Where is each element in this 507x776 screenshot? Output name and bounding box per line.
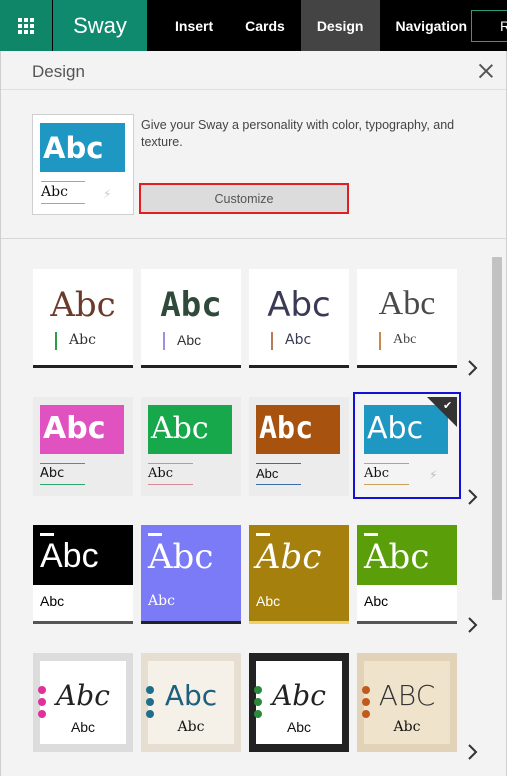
style-card[interactable]: Abc Abc xyxy=(141,397,241,496)
pane-title: Design xyxy=(32,62,85,81)
lightning-icon: ⚡ xyxy=(103,187,112,201)
style-gallery: Abc Abc Abc Abc Abc Abc Abc Abc Abc Abc … xyxy=(1,241,506,776)
chevron-right-icon[interactable] xyxy=(462,615,482,635)
tab-navigation[interactable]: Navigation xyxy=(380,0,484,51)
style-card[interactable]: Abc Abc xyxy=(33,269,133,368)
app-launcher-icon xyxy=(18,17,34,34)
pane-header: Design xyxy=(1,51,506,90)
style-card[interactable]: Abc Abc xyxy=(141,653,241,752)
tab-design[interactable]: Design xyxy=(300,0,380,51)
current-style-preview[interactable]: Abc Abc ⚡ xyxy=(32,114,134,215)
top-bar: Sway Insert Cards Design Navigation xyxy=(0,0,507,51)
style-card[interactable]: Abc Abc xyxy=(249,525,349,624)
style-card[interactable]: Abc Abc xyxy=(249,269,349,368)
design-intro: Abc Abc ⚡ Give your Sway a personality w… xyxy=(1,91,506,239)
style-card[interactable]: Abc Abc xyxy=(357,269,457,368)
chevron-right-icon[interactable] xyxy=(462,358,482,378)
app-name[interactable]: Sway xyxy=(53,0,147,51)
style-card[interactable]: ABC Abc xyxy=(357,653,457,752)
style-card[interactable]: Abc Abc xyxy=(357,525,457,624)
style-card[interactable]: Abc Abc xyxy=(141,269,241,368)
chevron-right-icon[interactable] xyxy=(462,742,482,762)
style-card[interactable]: Abc Abc xyxy=(33,525,133,624)
style-card[interactable]: Abc Abc xyxy=(33,653,133,752)
style-card[interactable]: Abc Abc xyxy=(141,525,241,624)
preview-body: Abc xyxy=(41,184,68,200)
play-button[interactable]: R xyxy=(471,10,507,42)
design-description: Give your Sway a personality with color,… xyxy=(141,118,455,149)
design-pane: Design Abc Abc ⚡ Give your Sway a person… xyxy=(0,51,507,776)
scrollbar-thumb[interactable] xyxy=(492,257,502,600)
style-card[interactable]: Abc Abc xyxy=(249,397,349,496)
tab-insert[interactable]: Insert xyxy=(147,0,229,51)
app-launcher-button[interactable] xyxy=(0,0,52,51)
tab-cards[interactable]: Cards xyxy=(229,0,301,51)
customize-button[interactable]: Customize xyxy=(139,183,349,214)
selection-outline xyxy=(353,392,461,499)
chevron-right-icon[interactable] xyxy=(462,487,482,507)
close-icon[interactable] xyxy=(478,63,494,79)
preview-heading: Abc xyxy=(40,123,125,172)
style-card[interactable]: Abc Abc xyxy=(33,397,133,496)
style-card[interactable]: Abc Abc xyxy=(249,653,349,752)
